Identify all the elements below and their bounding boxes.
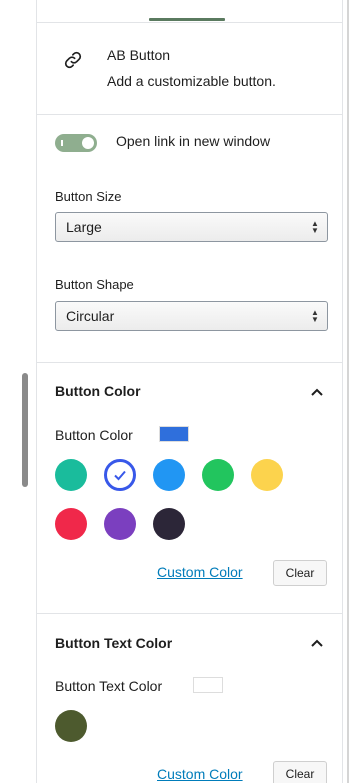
divider <box>37 613 342 614</box>
toggle-on-indicator <box>61 140 63 146</box>
color-swatch[interactable] <box>104 459 136 491</box>
window-edge <box>347 0 349 783</box>
clear-button[interactable]: Clear <box>273 761 327 783</box>
chevron-up-icon[interactable] <box>309 386 325 398</box>
outer-scrollbar-thumb[interactable] <box>22 373 28 487</box>
custom-color-link[interactable]: Custom Color <box>157 564 243 580</box>
select-arrows-icon: ▲ ▼ <box>311 308 319 324</box>
button-color-label: Button Color <box>55 427 133 443</box>
block-card: AB Button Add a customizable button. <box>37 23 342 115</box>
color-swatch[interactable] <box>153 508 185 540</box>
checkmark-icon <box>114 470 126 481</box>
color-swatch[interactable] <box>251 459 283 491</box>
active-tab-indicator <box>149 18 225 21</box>
divider <box>37 362 342 363</box>
button-size-value: Large <box>66 219 102 235</box>
button-color-section-title[interactable]: Button Color <box>55 383 141 399</box>
block-settings-panel: AB Button Add a customizable button. Ope… <box>36 0 343 783</box>
color-swatch[interactable] <box>55 710 87 742</box>
chevron-up-icon[interactable] <box>309 637 325 649</box>
link-icon <box>64 51 82 69</box>
button-shape-select[interactable]: Circular ▲ ▼ <box>55 301 328 331</box>
button-shape-value: Circular <box>66 308 115 324</box>
clear-button[interactable]: Clear <box>273 560 327 586</box>
custom-color-link[interactable]: Custom Color <box>157 766 243 782</box>
open-in-new-window-toggle[interactable] <box>55 134 97 152</box>
block-title: AB Button <box>107 47 171 63</box>
outer-scroll-track <box>0 0 36 783</box>
open-in-new-window-label: Open link in new window <box>116 133 271 149</box>
toggle-knob <box>82 137 94 149</box>
color-swatch[interactable] <box>202 459 234 491</box>
block-description: Add a customizable button. <box>107 73 276 89</box>
button-text-color-indicator <box>193 677 223 693</box>
button-size-select[interactable]: Large ▲ ▼ <box>55 212 328 242</box>
button-color-indicator <box>159 426 189 442</box>
color-swatch[interactable] <box>153 459 185 491</box>
select-arrows-icon: ▲ ▼ <box>311 219 319 235</box>
color-swatch[interactable] <box>104 508 136 540</box>
button-text-color-label: Button Text Color <box>55 678 163 694</box>
button-text-color-section-title[interactable]: Button Text Color <box>55 635 172 651</box>
button-shape-label: Button Shape <box>55 277 134 292</box>
button-size-label: Button Size <box>55 189 122 204</box>
color-swatch[interactable] <box>55 508 87 540</box>
color-swatch[interactable] <box>55 459 87 491</box>
